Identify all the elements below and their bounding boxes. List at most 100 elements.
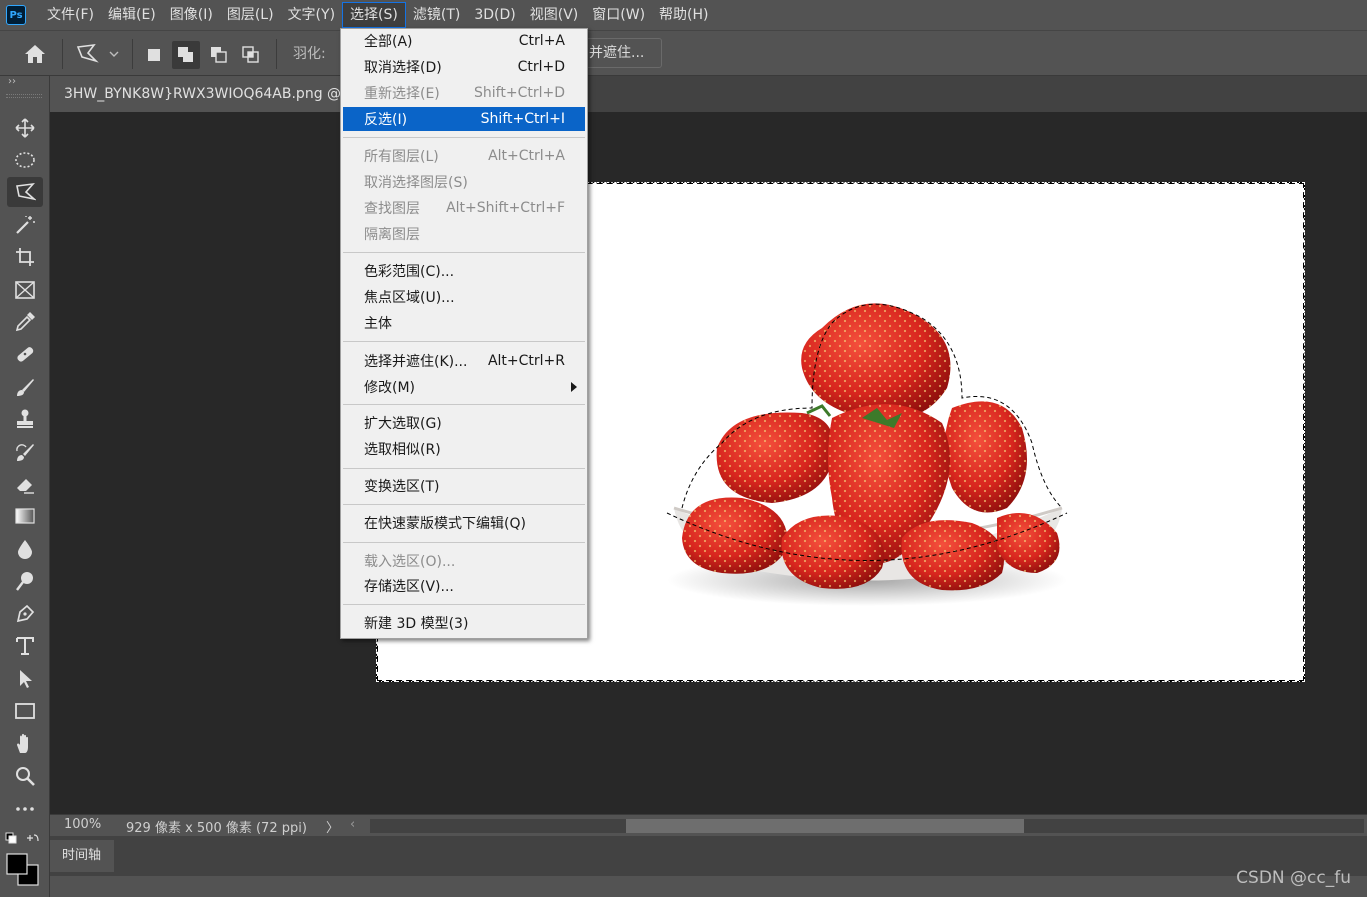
tool-preset-picker[interactable] [74, 41, 122, 67]
path-selection-tool[interactable] [7, 664, 43, 694]
zoom-tool[interactable] [7, 761, 43, 791]
status-bar: 100% 929 像素 x 500 像素 (72 ppi) 〉 ‹ [50, 814, 1367, 836]
more-tools-button[interactable] [7, 794, 43, 824]
healing-brush-tool[interactable] [7, 339, 43, 369]
dodge-icon [16, 572, 33, 591]
ellipse-marquee-icon [15, 152, 35, 168]
color-swatches-icon [5, 832, 39, 886]
add-to-selection-button[interactable] [172, 41, 200, 69]
select-menu-dropdown: 全部(A) Ctrl+A 取消选择(D) Ctrl+D 重新选择(E) Shift+C… [340, 28, 588, 639]
new-selection-button[interactable] [140, 41, 168, 69]
menu-item-quick-mask[interactable]: 在快速蒙版模式下编辑(Q) [343, 511, 585, 535]
strawberries-image [666, 303, 1068, 606]
menu-item-focus-area[interactable]: 焦点区域(U)... [343, 285, 585, 309]
menu-item-load-selection[interactable]: 载入选区(O)... [343, 549, 585, 573]
menu-file[interactable]: 文件(F) [40, 2, 101, 28]
watermark: CSDN @cc_fu [1236, 868, 1351, 888]
menu-item-label: 在快速蒙版模式下编辑(Q) [364, 516, 526, 532]
eyedropper-tool[interactable] [7, 307, 43, 337]
zoom-level[interactable]: 100% [64, 817, 101, 832]
menu-image[interactable]: 图像(I) [163, 2, 220, 28]
history-brush-tool[interactable] [7, 437, 43, 467]
hand-tool[interactable] [7, 729, 43, 759]
frame-tool[interactable] [7, 275, 43, 305]
menu-item-label: 所有图层(L) [364, 149, 439, 165]
arrow-icon [20, 670, 32, 688]
menu-separator [343, 404, 585, 405]
magic-wand-tool[interactable] [7, 210, 43, 240]
select-and-mask-button[interactable]: 并遮住... [580, 38, 662, 68]
menu-separator [343, 604, 585, 605]
move-tool[interactable] [7, 113, 43, 143]
document-tab[interactable]: 3HW_BYNK8W}RWX3WIOQ64AB.png @ 1 [50, 76, 350, 112]
clone-stamp-tool[interactable] [7, 404, 43, 434]
options-separator [62, 39, 63, 69]
menu-item-new-3d-model[interactable]: 新建 3D 模型(3) [343, 611, 585, 635]
menu-item-reselect[interactable]: 重新选择(E) Shift+Ctrl+D [343, 81, 585, 105]
move-icon [15, 118, 35, 138]
menu-item-label: 变换选区(T) [364, 479, 440, 495]
menu-3d[interactable]: 3D(D) [467, 2, 522, 28]
menu-layer[interactable]: 图层(L) [220, 2, 281, 28]
menu-help[interactable]: 帮助(H) [652, 2, 715, 28]
menu-item-transform-selection[interactable]: 变换选区(T) [343, 474, 585, 498]
menu-item-save-selection[interactable]: 存储选区(V)... [343, 574, 585, 598]
menu-item-label: 修改(M) [364, 380, 416, 396]
new-selection-icon [148, 49, 160, 61]
menu-item-subject[interactable]: 主体 [343, 311, 585, 335]
menu-separator [343, 542, 585, 543]
document-info: 929 像素 x 500 像素 (72 ppi) [126, 821, 307, 836]
horizontal-scrollbar[interactable] [370, 819, 1364, 833]
toolbar-grip[interactable] [6, 94, 42, 98]
menu-item-select-and-mask[interactable]: 选择并遮住(K)... Alt+Ctrl+R [343, 349, 585, 373]
menu-item-grow[interactable]: 扩大选取(G) [343, 411, 585, 435]
menu-item-all-layers[interactable]: 所有图层(L) Alt+Ctrl+A [343, 144, 585, 168]
magic-wand-icon [16, 216, 35, 234]
horizontal-scrollbar-thumb[interactable] [626, 819, 1024, 833]
elliptical-marquee-tool[interactable] [7, 145, 43, 175]
menu-item-select-all[interactable]: 全部(A) Ctrl+A [343, 29, 585, 53]
scroll-left-button[interactable]: ‹ [350, 817, 355, 832]
menu-item-isolate-layers[interactable]: 隔离图层 [343, 222, 585, 246]
menu-filter[interactable]: 滤镜(T) [406, 2, 467, 28]
timeline-tab[interactable]: 时间轴 [50, 840, 114, 872]
zoom-icon [16, 767, 35, 786]
tools-panel: ›› [0, 76, 50, 897]
subtract-from-selection-button[interactable] [205, 41, 233, 69]
subtract-selection-icon [211, 47, 227, 63]
rectangle-tool[interactable] [7, 696, 43, 726]
pen-tool[interactable] [7, 599, 43, 629]
menu-view[interactable]: 视图(V) [523, 2, 586, 28]
canvas-area[interactable] [50, 112, 1367, 814]
menu-type[interactable]: 文字(Y) [281, 2, 342, 28]
menu-item-inverse[interactable]: 反选(I) Shift+Ctrl+I [343, 107, 585, 131]
menu-item-color-range[interactable]: 色彩范围(C)... [343, 259, 585, 283]
eraser-tool[interactable] [7, 469, 43, 499]
home-button[interactable] [20, 41, 50, 67]
type-tool[interactable] [7, 631, 43, 661]
crop-tool[interactable] [7, 242, 43, 272]
polygonal-lasso-tool[interactable] [7, 177, 43, 207]
history-brush-icon [16, 444, 34, 461]
brush-tool[interactable] [7, 372, 43, 402]
gradient-tool[interactable] [7, 501, 43, 531]
menu-window[interactable]: 窗口(W) [585, 2, 652, 28]
menu-select[interactable]: 选择(S) [342, 2, 406, 28]
menu-item-modify[interactable]: 修改(M) [343, 375, 585, 399]
intersect-selection-icon [242, 46, 259, 63]
intersect-selection-button[interactable] [237, 41, 265, 69]
brush-icon [17, 379, 34, 396]
menu-item-similar[interactable]: 选取相似(R) [343, 437, 585, 461]
frame-icon [15, 281, 35, 299]
menu-item-find-layers[interactable]: 查找图层 Alt+Shift+Ctrl+F [343, 196, 585, 220]
blur-tool[interactable] [7, 534, 43, 564]
dodge-tool[interactable] [7, 566, 43, 596]
menu-edit[interactable]: 编辑(E) [101, 2, 163, 28]
menu-item-deselect-layers[interactable]: 取消选择图层(S) [343, 170, 585, 194]
toolbar-collapse-button[interactable]: ›› [8, 76, 16, 87]
menu-item-label: 主体 [364, 316, 392, 332]
color-swatches[interactable] [4, 831, 44, 891]
status-menu-arrow[interactable]: 〉 [326, 817, 339, 836]
menu-item-deselect[interactable]: 取消选择(D) Ctrl+D [343, 55, 585, 79]
bandage-icon [17, 347, 34, 362]
